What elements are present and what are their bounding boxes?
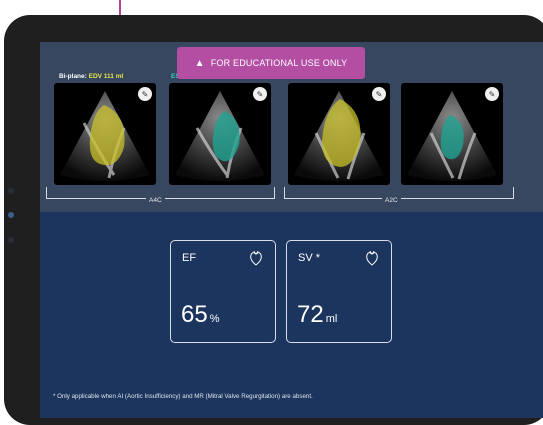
a2c-esv-image[interactable]: ✎ (401, 83, 503, 185)
heart-icon (249, 250, 263, 271)
bezel-dot (8, 237, 14, 243)
a2c-label: A2C (382, 197, 401, 204)
footnote: * Only applicable when AI (Aortic Insuff… (53, 393, 313, 400)
edv-label: EDV 111 ml (88, 73, 124, 80)
tablet-frame: Bi-plane: EDV 111 ml ESV 39 ml ✎ (4, 15, 543, 425)
pencil-icon[interactable]: ✎ (372, 87, 386, 101)
pencil-icon[interactable]: ✎ (138, 87, 152, 101)
a4c-esv-image[interactable]: ✎ (169, 83, 271, 185)
pencil-icon[interactable]: ✎ (253, 87, 267, 101)
banner-text: FOR EDUCATIONAL USE ONLY (210, 58, 348, 68)
warning-icon: ▲ (194, 57, 205, 69)
a4c-label: A4C (146, 197, 165, 204)
educational-banner: ▲ FOR EDUCATIONAL USE ONLY (177, 47, 365, 79)
heart-icon (365, 250, 379, 271)
a2c-edv-image[interactable]: ✎ (288, 83, 390, 185)
ef-value: 65% (181, 301, 220, 328)
callout-line (119, 0, 121, 16)
sv-value: 72 ml (297, 301, 338, 328)
camera-dot (8, 212, 14, 218)
app-screen: Bi-plane: EDV 111 ml ESV 39 ml ✎ (40, 42, 543, 418)
ef-card: EF 65% (170, 240, 276, 343)
bezel-dot (8, 188, 14, 194)
ef-title: EF (182, 252, 197, 264)
sv-title: SV * (298, 252, 321, 264)
biplane-label: Bi-plane: EDV 111 ml (59, 73, 124, 80)
a4c-edv-image[interactable]: ✎ (54, 83, 156, 185)
sv-card: SV * 72 ml (286, 240, 392, 343)
pencil-icon[interactable]: ✎ (485, 87, 499, 101)
